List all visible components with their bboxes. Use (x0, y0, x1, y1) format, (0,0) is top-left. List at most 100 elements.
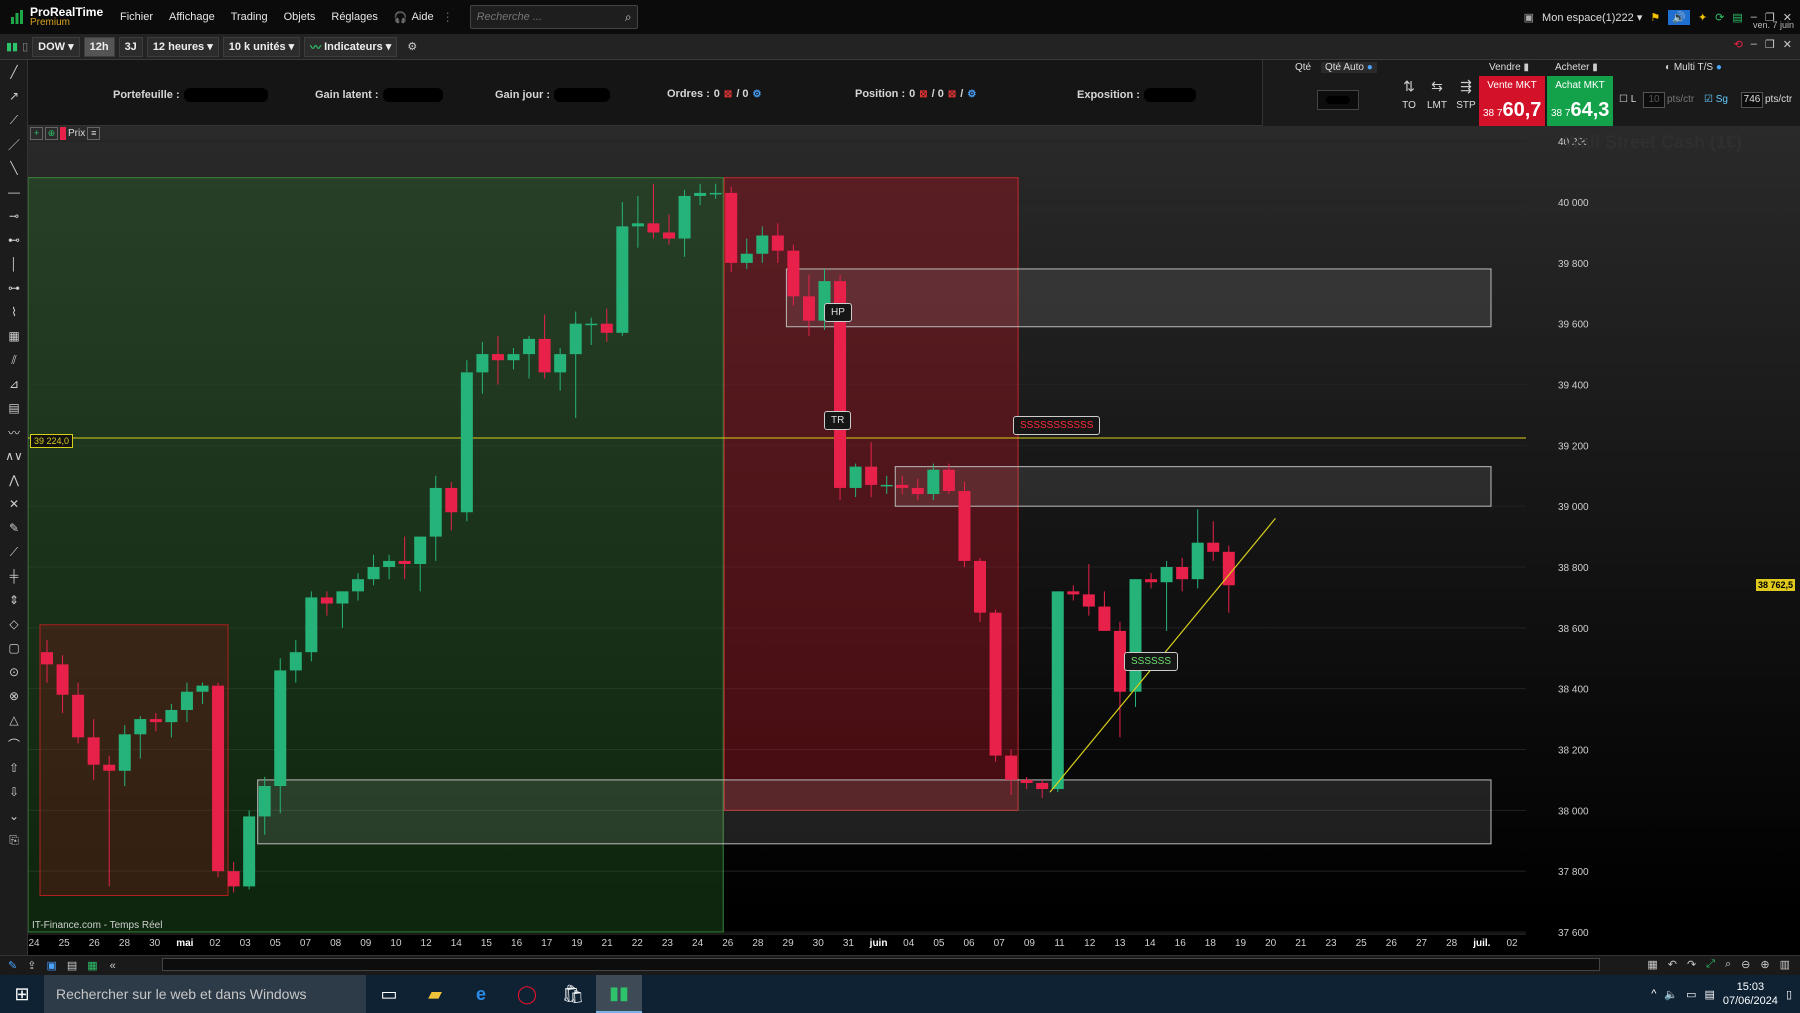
period-selector[interactable]: 12 heures ▾ (147, 37, 219, 57)
redo-icon[interactable]: ↷ (1687, 958, 1696, 971)
fib-tool-icon[interactable]: ▤ (0, 396, 28, 420)
l-checkbox[interactable]: ☐ L (1619, 94, 1636, 105)
robot-icon[interactable]: ✦ (1698, 11, 1707, 24)
menu-fichier[interactable]: Fichier (112, 11, 161, 23)
store-icon[interactable]: 🛍 (550, 975, 596, 1013)
zoom-auto-icon[interactable]: ⤢ (1706, 958, 1715, 971)
orders-settings-icon[interactable]: ⚙ (753, 89, 762, 100)
workspace-selector[interactable]: Mon espace(1)222 ▾ (1542, 11, 1642, 24)
multi-ts-toggle[interactable]: ◐ Multi T/S ● (1665, 62, 1722, 73)
more-tool-icon[interactable]: ⌄ (0, 804, 28, 828)
ellipse-tool-icon[interactable]: ⊗ (0, 684, 28, 708)
position-settings-icon[interactable]: ⚙ (967, 89, 976, 100)
arc-tool-icon[interactable]: ⌒ (0, 732, 28, 756)
chart-settings-icon[interactable]: ⊕ (45, 127, 58, 140)
timeframe-3j[interactable]: 3J (119, 37, 143, 57)
refresh-icon[interactable]: ⟳ (1715, 11, 1724, 24)
arrow-tool-icon[interactable]: ↗ (0, 84, 28, 108)
tool-a-tool-icon[interactable]: ⊸ (0, 204, 28, 228)
arrow-up-tool-icon[interactable]: ⇧ (0, 756, 28, 780)
arrow-down-tool-icon[interactable]: ⇩ (0, 780, 28, 804)
qte-auto-toggle[interactable]: Qté Auto ● (1321, 62, 1377, 73)
triangle-tool-icon[interactable]: △ (0, 708, 28, 732)
hp-annotation[interactable]: HP (824, 303, 852, 322)
undo-icon[interactable]: ↶ (1668, 958, 1677, 971)
windows-start-button[interactable]: ⊞ (0, 975, 44, 1013)
green-text-annotation[interactable]: SSSSSS (1124, 652, 1178, 671)
cancel-orders-icon[interactable]: ⊠ (724, 89, 732, 100)
l-value-input[interactable]: 10 (1643, 92, 1665, 108)
cross-tool-icon[interactable]: ✕ (0, 492, 28, 516)
channel-tool-icon[interactable]: ⫽ (0, 348, 28, 372)
rectangle-tool-icon[interactable]: ▢ (0, 636, 28, 660)
lock-icon[interactable]: ▯ (22, 40, 28, 53)
volume-icon[interactable]: 🔈 (1664, 988, 1678, 1001)
toolbar-restore-icon[interactable]: ❐ (1765, 38, 1775, 51)
vertical-tool-icon[interactable]: │ (0, 252, 28, 276)
peak-tool-icon[interactable]: ⋀ (0, 468, 28, 492)
pencil-tool-icon[interactable]: ✎ (0, 516, 28, 540)
quantity-input[interactable] (1317, 90, 1359, 110)
menu-objets[interactable]: Objets (276, 11, 324, 23)
toolbar-close-icon[interactable]: ✕ (1783, 38, 1792, 51)
search-icon[interactable]: ⌕ (625, 10, 632, 25)
grid-tool-icon[interactable]: ▦ (0, 324, 28, 348)
segment-tool-icon[interactable]: ／ (0, 132, 28, 156)
task-view-icon[interactable]: ▭ (366, 975, 412, 1013)
edge-icon[interactable]: e (458, 975, 504, 1013)
indicators-button[interactable]: 〰Indicateurs ▾ (304, 37, 397, 57)
menu-affichage[interactable]: Affichage (161, 11, 223, 23)
calendar-icon[interactable]: ▦ (1647, 958, 1657, 971)
layout-icon[interactable]: ▦ (87, 959, 97, 972)
timeframe-12h[interactable]: 12h (84, 37, 115, 57)
sell-market-button[interactable]: Vente MKT 38 760,7 (1479, 76, 1545, 126)
add-indicator-icon[interactable]: + (30, 127, 43, 140)
tool-c-tool-icon[interactable]: ⊶ (0, 276, 28, 300)
horizontal-scrollbar[interactable] (162, 958, 1600, 971)
menu-reglages[interactable]: Réglages (323, 11, 385, 23)
price-chart[interactable]: 40 20040 00039 80039 60039 40039 20039 0… (28, 126, 1800, 956)
save-icon[interactable]: ▣ (1524, 11, 1534, 24)
horizontal-tool-icon[interactable]: — (0, 180, 28, 204)
order-type-stp[interactable]: ⇶STP (1452, 78, 1480, 111)
tool-b-tool-icon[interactable]: ⊷ (0, 228, 28, 252)
search-input[interactable] (470, 5, 638, 29)
copy-tool-icon[interactable]: ⎘ (0, 828, 28, 852)
system-clock[interactable]: 15:03 07/06/2024 (1723, 980, 1778, 1008)
sg-value-input[interactable]: 746 (1741, 92, 1763, 108)
zigzag-tool-icon[interactable]: ∧∨ (0, 444, 28, 468)
settings-small-icon[interactable]: ⚙ (407, 40, 417, 53)
pen-icon[interactable]: ✎ (8, 959, 17, 972)
toolbar-minimize-icon[interactable]: – (1751, 38, 1757, 51)
screen-icon[interactable]: ▤ (1732, 11, 1742, 24)
close-position-b-icon[interactable]: ⊠ (948, 89, 956, 100)
trend-tool-icon[interactable]: ⟋ (0, 540, 28, 564)
sound-icon[interactable]: 🔊 (1668, 10, 1690, 25)
wave-tool-icon[interactable]: 〰 (0, 420, 28, 444)
zoom-fit-icon[interactable]: ⌕ (1725, 958, 1731, 971)
list-icon[interactable]: ≡ (87, 127, 100, 140)
diamond-tool-icon[interactable]: ◇ (0, 612, 28, 636)
zoom-in-icon[interactable]: ⊕ (1760, 958, 1769, 971)
tr-annotation[interactable]: TR (824, 411, 851, 430)
order-type-lmt[interactable]: ⇆LMT (1423, 78, 1451, 111)
action-center-icon[interactable]: ▯ (1786, 988, 1792, 1001)
flag-icon[interactable]: ⚑ (1650, 11, 1660, 24)
sg-checkbox[interactable]: ☑ Sg (1704, 94, 1728, 105)
diagonal-tool-icon[interactable]: ╲ (0, 156, 28, 180)
menu-help[interactable]: 🎧 Aide (386, 11, 442, 24)
file-explorer-icon[interactable]: ▰ (412, 975, 458, 1013)
buy-market-button[interactable]: Achat MKT 38 764,3 (1547, 76, 1613, 126)
candles-icon[interactable]: ▥ (1780, 958, 1790, 971)
notifications-icon[interactable]: ▤ (1704, 988, 1714, 1001)
ray-tool-icon[interactable]: ⟋ (0, 108, 28, 132)
share-icon[interactable]: ⇪ (27, 959, 36, 972)
scroll-left-icon[interactable]: « (110, 960, 116, 972)
triangle-small-tool-icon[interactable]: ⊿ (0, 372, 28, 396)
taskbar-search[interactable]: Rechercher sur le web et dans Windows (44, 975, 366, 1013)
tray-chevron-icon[interactable]: ^ (1651, 988, 1656, 1000)
tool-d-tool-icon[interactable]: ⌇ (0, 300, 28, 324)
opera-icon[interactable]: ◯ (504, 975, 550, 1013)
level-tool-icon[interactable]: ╪ (0, 564, 28, 588)
line-tool-icon[interactable]: ╱ (0, 60, 28, 84)
